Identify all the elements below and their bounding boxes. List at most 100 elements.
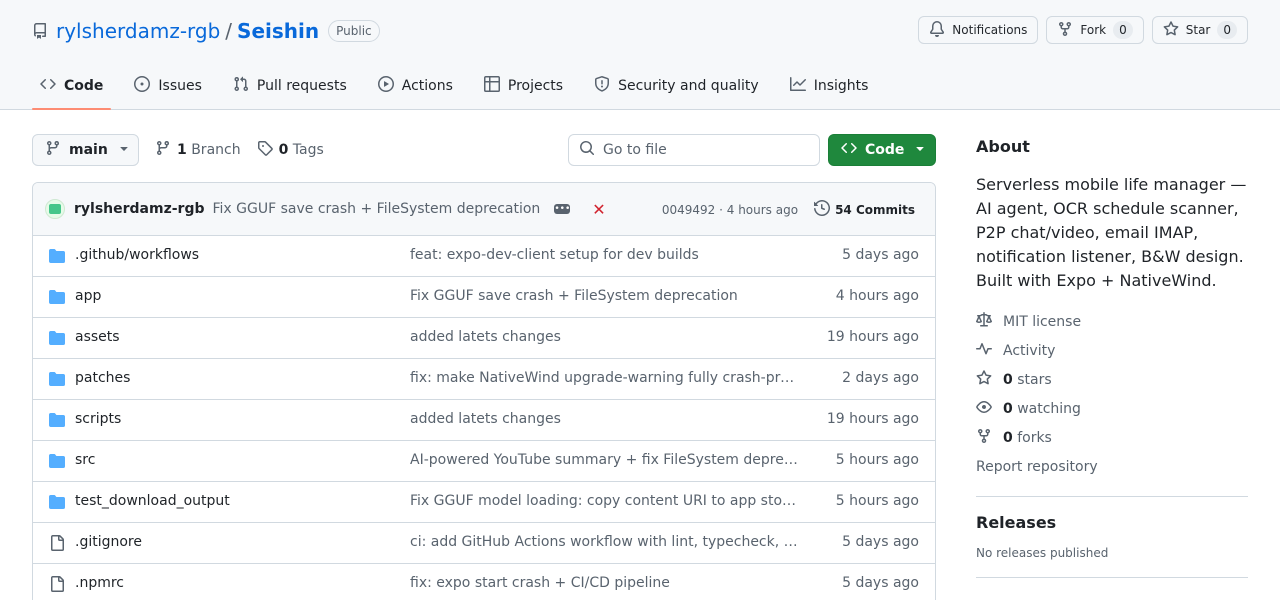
branch-count: 1 (177, 142, 187, 158)
table-row[interactable]: test_download_output Fix GGUF model loadi… (33, 482, 935, 523)
commit-count: 54 Commits (835, 202, 915, 217)
activity-label: Activity (1003, 342, 1056, 359)
commits-history-link[interactable]: 54 Commits (814, 199, 915, 219)
repo-title: rylsherdamz-rgb / Seishin Public (32, 18, 380, 44)
file-commit-message-link[interactable]: fix: make NativeWind upgrade-warning ful… (410, 370, 800, 386)
branches-link[interactable]: 1 Branch (155, 140, 241, 160)
visibility-badge: Public (328, 20, 380, 42)
file-name-link[interactable]: scripts (75, 411, 121, 427)
table-row[interactable]: .npmrc fix: expo start crash + CI/CD pipe… (33, 564, 935, 600)
file-name-link[interactable]: .npmrc (75, 575, 124, 591)
folder-icon (49, 330, 65, 346)
tab-issues[interactable]: Issues (126, 62, 210, 110)
fork-count: 0 (1113, 21, 1133, 39)
about-list: MIT license Activity 0 stars 0 watching … (976, 307, 1248, 481)
caret-down-icon (912, 140, 928, 160)
repo-owner-link[interactable]: rylsherdamz-rgb (56, 19, 220, 43)
table-row[interactable]: patches fix: make NativeWind upgrade-warn… (33, 359, 935, 400)
commit-message-link[interactable]: Fix GGUF save crash + FileSystem depreca… (213, 201, 541, 217)
code-icon (841, 140, 857, 160)
file-name-link[interactable]: src (75, 452, 95, 468)
license-label: MIT license (1003, 313, 1082, 330)
file-commit-message-link[interactable]: AI-powered YouTube summary + fix FileSys… (410, 452, 800, 468)
branch-selector[interactable]: main (32, 134, 139, 166)
notifications-button[interactable]: Notifications (918, 16, 1039, 44)
file-name-link[interactable]: .github/workflows (75, 247, 199, 263)
file-commit-message-link[interactable]: Fix GGUF model loading: copy content URI… (410, 493, 800, 509)
tab-pull-requests[interactable]: Pull requests (225, 62, 355, 110)
code-button-label: Code (865, 142, 905, 158)
releases-empty-text: No releases published (976, 546, 1109, 560)
watching-label: watching (1017, 400, 1081, 417)
repo-name-link[interactable]: Seishin (237, 19, 319, 43)
bell-icon (929, 20, 945, 40)
tag-icon (257, 140, 273, 160)
table-row[interactable]: scripts added latets changes 19 hours ago (33, 400, 935, 441)
repo-header: rylsherdamz-rgb / Seishin Public Notific… (0, 0, 1280, 110)
table-row[interactable]: assets added latets changes 19 hours ago (33, 318, 935, 359)
watching-count: 0 (1003, 400, 1013, 417)
forks-link[interactable]: 0 forks (976, 423, 1248, 452)
go-to-file-placeholder: Go to file (603, 142, 667, 158)
branch-icon (155, 140, 171, 160)
releases-title[interactable]: Releases (976, 513, 1248, 532)
fork-button[interactable]: Fork 0 (1046, 16, 1144, 44)
tags-link[interactable]: 0 Tags (257, 140, 324, 160)
ellipsis-icon[interactable]: ••• (554, 204, 571, 214)
report-repository-link[interactable]: Report repository (976, 452, 1248, 481)
table-row[interactable]: app Fix GGUF save crash + FileSystem depr… (33, 277, 935, 318)
file-commit-message-link[interactable]: ci: add GitHub Actions workflow with lin… (410, 534, 800, 550)
branch-name: main (69, 142, 108, 158)
table-row[interactable]: .gitignore ci: add GitHub Actions workflo… (33, 523, 935, 564)
file-name-link[interactable]: patches (75, 370, 130, 386)
folder-icon (49, 412, 65, 428)
file-commit-message-link[interactable]: Fix GGUF save crash + FileSystem depreca… (410, 288, 800, 304)
path-separator: / (225, 19, 233, 43)
history-icon (814, 199, 831, 219)
file-commit-time: 2 days ago (842, 370, 919, 386)
commit-sha-time[interactable]: 0049492 · 4 hours ago (662, 203, 798, 217)
file-commit-message-link[interactable]: fix: expo start crash + CI/CD pipeline (410, 575, 800, 591)
file-icon (49, 535, 65, 551)
tab-code[interactable]: Code (32, 62, 112, 110)
repo-nav-tabs: Code Issues Pull requests Actions Projec… (32, 62, 891, 110)
close-icon[interactable]: ✕ (592, 200, 605, 219)
file-name-link[interactable]: app (75, 288, 101, 304)
stars-count: 0 (1003, 371, 1013, 388)
license-link[interactable]: MIT license (976, 307, 1248, 336)
code-button[interactable]: Code (828, 134, 936, 166)
tab-security[interactable]: Security and quality (586, 62, 767, 110)
divider (976, 496, 1248, 497)
table-row[interactable]: src AI-powered YouTube summary + fix File… (33, 441, 935, 482)
code-icon (40, 76, 56, 96)
avatar[interactable] (45, 199, 65, 219)
file-commit-time: 4 hours ago (835, 288, 919, 304)
file-name-link[interactable]: assets (75, 329, 120, 345)
tab-security-label: Security and quality (618, 78, 759, 94)
file-commit-message-link[interactable]: feat: expo-dev-client setup for dev buil… (410, 247, 800, 263)
file-commit-message-link[interactable]: added latets changes (410, 329, 800, 345)
watching-link[interactable]: 0 watching (976, 394, 1248, 423)
file-name-link[interactable]: test_download_output (75, 493, 230, 509)
file-name-link[interactable]: .gitignore (75, 534, 142, 550)
pulse-icon (976, 341, 992, 361)
go-to-file-input[interactable]: Go to file (568, 134, 820, 166)
tab-actions[interactable]: Actions (370, 62, 461, 110)
star-button[interactable]: Star 0 (1151, 16, 1248, 44)
file-commit-message-link[interactable]: added latets changes (410, 411, 800, 427)
file-icon (49, 576, 65, 592)
file-commit-time: 5 hours ago (835, 493, 919, 509)
table-icon (483, 76, 500, 96)
tab-insights[interactable]: Insights (782, 62, 877, 110)
tab-projects[interactable]: Projects (476, 62, 571, 110)
stars-link[interactable]: 0 stars (976, 365, 1248, 394)
commit-author-link[interactable]: rylsherdamz-rgb (74, 201, 205, 217)
main-content: main 1 Branch 0 Tags Go to file Code ryl… (32, 134, 936, 600)
file-commit-time: 5 days ago (842, 534, 919, 550)
tag-count-label: Tags (292, 142, 324, 158)
activity-link[interactable]: Activity (976, 336, 1248, 365)
branch-icon (45, 140, 61, 160)
tag-count: 0 (278, 142, 289, 158)
table-row[interactable]: .github/workflows feat: expo-dev-client s… (33, 236, 935, 277)
star-icon (1163, 20, 1179, 40)
